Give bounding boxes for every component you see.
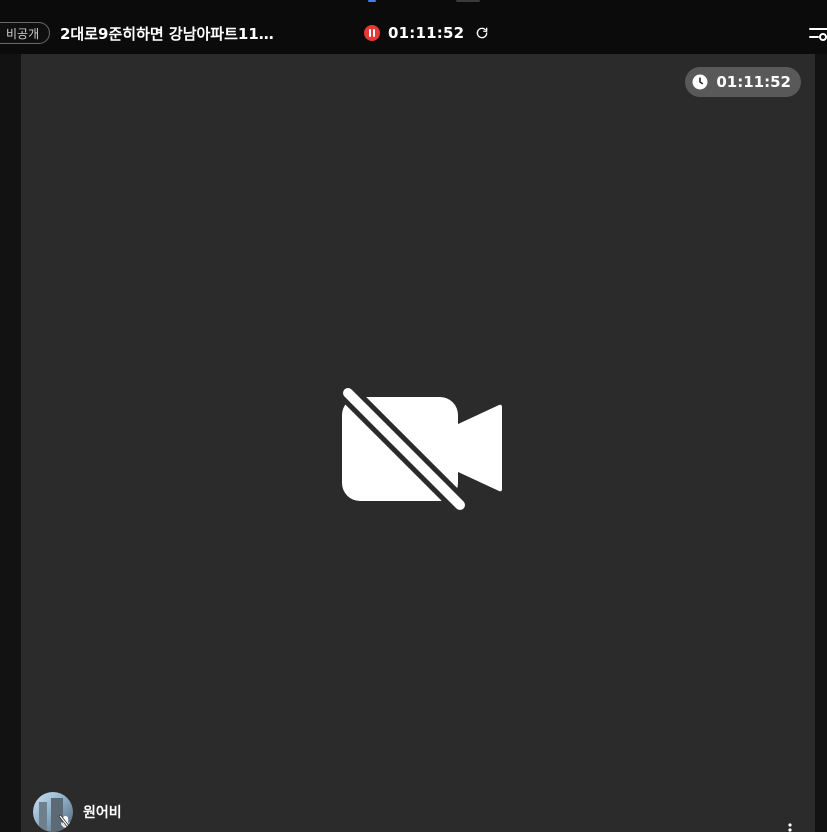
participant-name: 원어비 <box>83 804 122 821</box>
indicator-bar <box>456 0 480 2</box>
stage-timer: 01:11:52 <box>685 67 801 97</box>
clock-icon <box>691 73 709 91</box>
avatar-building-1 <box>39 801 47 832</box>
settings-icon[interactable] <box>806 21 827 45</box>
video-stage: 01:11:52 원어비 <box>21 54 815 832</box>
mic-off-icon <box>58 814 73 832</box>
video-off-icon <box>334 383 504 517</box>
more-icon[interactable] <box>783 820 797 832</box>
privacy-badge: 비공개 <box>0 22 51 44</box>
top-indicator <box>364 0 484 2</box>
recording-timer: 01:11:52 <box>388 24 465 42</box>
recording-status: 01:11:52 <box>364 21 490 45</box>
pause-icon[interactable] <box>364 25 380 41</box>
room-title: 2대로9준히하면 강남아파트11… <box>60 24 274 43</box>
refresh-icon[interactable] <box>474 25 490 41</box>
participant-tile[interactable]: 원어비 <box>33 791 122 832</box>
indicator-dot <box>368 0 376 2</box>
avatar <box>33 791 73 832</box>
stage-timer-text: 01:11:52 <box>716 73 791 91</box>
top-bar: 비공개 2대로9준히하면 강남아파트11… 01:11:52 <box>0 0 827 54</box>
